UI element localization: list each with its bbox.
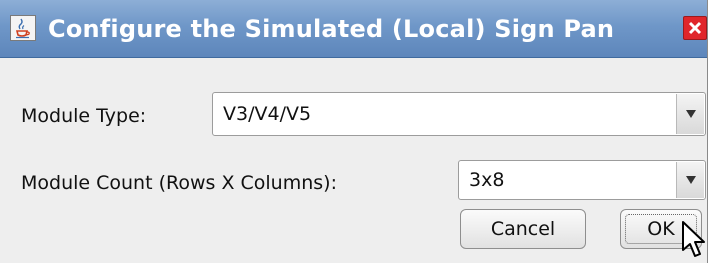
module-type-dropdown-button[interactable]	[676, 94, 704, 134]
cancel-button-label: Cancel	[490, 218, 556, 240]
module-count-label: Module Count (Rows X Columns):	[21, 172, 337, 194]
window-title: Configure the Simulated (Local) Sign Pan	[48, 15, 615, 43]
module-count-select[interactable]: 3x8	[458, 160, 706, 200]
module-count-dropdown-button[interactable]	[676, 162, 704, 198]
close-button[interactable]	[683, 16, 707, 40]
module-type-value: V3/V4/V5	[223, 103, 312, 125]
cancel-button[interactable]: Cancel	[460, 209, 586, 249]
module-type-select[interactable]: V3/V4/V5	[212, 92, 706, 136]
title-bar[interactable]: Configure the Simulated (Local) Sign Pan	[0, 0, 707, 58]
close-x-icon	[688, 21, 702, 35]
chevron-down-icon	[686, 110, 696, 118]
module-type-label: Module Type:	[21, 105, 147, 127]
mouse-pointer-icon	[681, 220, 707, 264]
dialog-window: Configure the Simulated (Local) Sign Pan…	[0, 0, 708, 263]
module-count-value: 3x8	[469, 169, 505, 191]
chevron-down-icon	[686, 176, 696, 184]
java-cup-icon	[10, 15, 36, 41]
